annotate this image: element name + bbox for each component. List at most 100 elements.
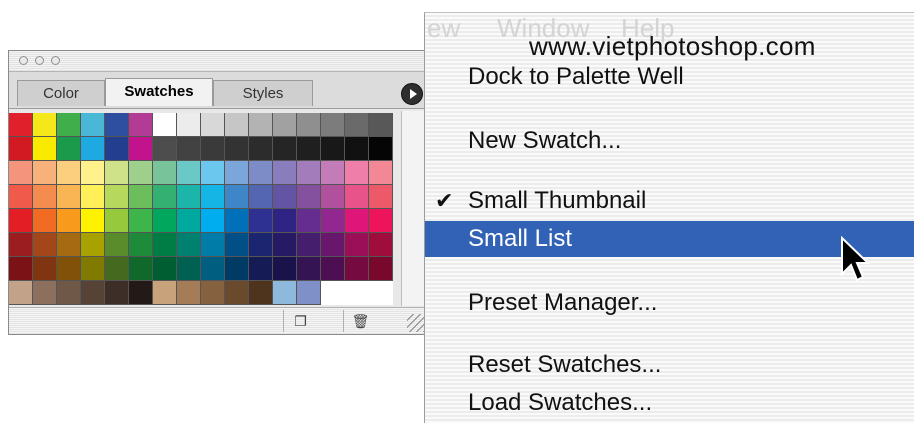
swatch[interactable] [33, 137, 57, 161]
tab-styles[interactable]: Styles [213, 80, 313, 106]
swatch[interactable] [321, 185, 345, 209]
swatch[interactable] [9, 113, 33, 137]
swatch[interactable] [177, 113, 201, 137]
swatch[interactable] [369, 209, 393, 233]
close-button-icon[interactable] [19, 56, 28, 65]
swatch[interactable] [345, 257, 369, 281]
swatch[interactable] [201, 257, 225, 281]
palette-titlebar[interactable] [9, 51, 427, 72]
swatch[interactable] [33, 161, 57, 185]
menu-item-new-swatch[interactable]: New Swatch... [425, 123, 914, 159]
swatch[interactable] [297, 161, 321, 185]
swatch[interactable] [81, 137, 105, 161]
swatch[interactable] [249, 185, 273, 209]
swatch[interactable] [297, 185, 321, 209]
swatch[interactable] [225, 161, 249, 185]
swatch[interactable] [225, 113, 249, 137]
menu-item-small-thumbnail[interactable]: ✔ Small Thumbnail [425, 183, 914, 219]
swatch[interactable] [177, 233, 201, 257]
swatch[interactable] [153, 137, 177, 161]
swatch[interactable] [321, 209, 345, 233]
swatch[interactable] [129, 281, 153, 305]
swatch[interactable] [153, 113, 177, 137]
swatch[interactable] [297, 113, 321, 137]
swatch[interactable] [105, 113, 129, 137]
tab-swatches[interactable]: Swatches [105, 78, 213, 106]
swatch[interactable] [345, 233, 369, 257]
swatch[interactable] [297, 281, 321, 305]
swatch[interactable] [225, 281, 249, 305]
swatch[interactable] [321, 113, 345, 137]
trash-icon[interactable]: 🗑 [343, 310, 377, 332]
swatch[interactable] [345, 137, 369, 161]
swatch[interactable] [129, 185, 153, 209]
swatch[interactable] [201, 137, 225, 161]
swatch[interactable] [249, 113, 273, 137]
swatch[interactable] [249, 161, 273, 185]
swatch[interactable] [33, 233, 57, 257]
swatch[interactable] [33, 257, 57, 281]
swatch[interactable] [177, 257, 201, 281]
swatch[interactable] [57, 137, 81, 161]
swatch[interactable] [177, 185, 201, 209]
swatch[interactable] [249, 209, 273, 233]
swatch[interactable] [273, 161, 297, 185]
swatch[interactable] [297, 233, 321, 257]
swatch[interactable] [201, 281, 225, 305]
swatch[interactable] [57, 233, 81, 257]
swatch[interactable] [177, 137, 201, 161]
swatch[interactable] [33, 113, 57, 137]
swatch[interactable] [201, 233, 225, 257]
swatch[interactable] [57, 209, 81, 233]
swatch[interactable] [129, 257, 153, 281]
swatch[interactable] [153, 233, 177, 257]
swatch[interactable] [105, 185, 129, 209]
swatch[interactable] [321, 137, 345, 161]
menu-item-dock-to-palette-well[interactable]: Dock to Palette Well [425, 59, 914, 95]
swatch[interactable] [321, 233, 345, 257]
swatch[interactable] [81, 257, 105, 281]
swatch[interactable] [105, 209, 129, 233]
swatch[interactable] [321, 257, 345, 281]
swatch[interactable] [153, 257, 177, 281]
swatch[interactable] [369, 257, 393, 281]
swatch[interactable] [273, 257, 297, 281]
swatch[interactable] [9, 233, 33, 257]
swatch[interactable] [105, 161, 129, 185]
menu-item-preset-manager[interactable]: Preset Manager... [425, 285, 914, 321]
swatch[interactable] [201, 113, 225, 137]
swatch[interactable] [129, 161, 153, 185]
swatch[interactable] [129, 113, 153, 137]
swatch[interactable] [297, 209, 321, 233]
swatch[interactable] [225, 233, 249, 257]
swatch[interactable] [57, 185, 81, 209]
swatch[interactable] [225, 209, 249, 233]
swatch[interactable] [345, 185, 369, 209]
swatch[interactable] [33, 185, 57, 209]
swatch[interactable] [297, 137, 321, 161]
swatch[interactable] [177, 161, 201, 185]
swatch[interactable] [273, 209, 297, 233]
swatch[interactable] [201, 185, 225, 209]
swatch[interactable] [81, 161, 105, 185]
swatch[interactable] [249, 281, 273, 305]
swatch[interactable] [345, 209, 369, 233]
swatch[interactable] [225, 137, 249, 161]
swatch[interactable] [33, 209, 57, 233]
swatch[interactable] [201, 161, 225, 185]
swatch[interactable] [321, 161, 345, 185]
swatch[interactable] [249, 257, 273, 281]
swatch[interactable] [9, 137, 33, 161]
swatch[interactable] [9, 257, 33, 281]
swatch[interactable] [201, 209, 225, 233]
swatch[interactable] [177, 281, 201, 305]
swatch[interactable] [57, 281, 81, 305]
swatch[interactable] [129, 209, 153, 233]
swatch[interactable] [369, 161, 393, 185]
tab-color[interactable]: Color [17, 80, 105, 106]
swatch[interactable] [81, 281, 105, 305]
swatch[interactable] [105, 281, 129, 305]
swatch[interactable] [81, 185, 105, 209]
swatch[interactable] [129, 137, 153, 161]
swatch[interactable] [225, 257, 249, 281]
